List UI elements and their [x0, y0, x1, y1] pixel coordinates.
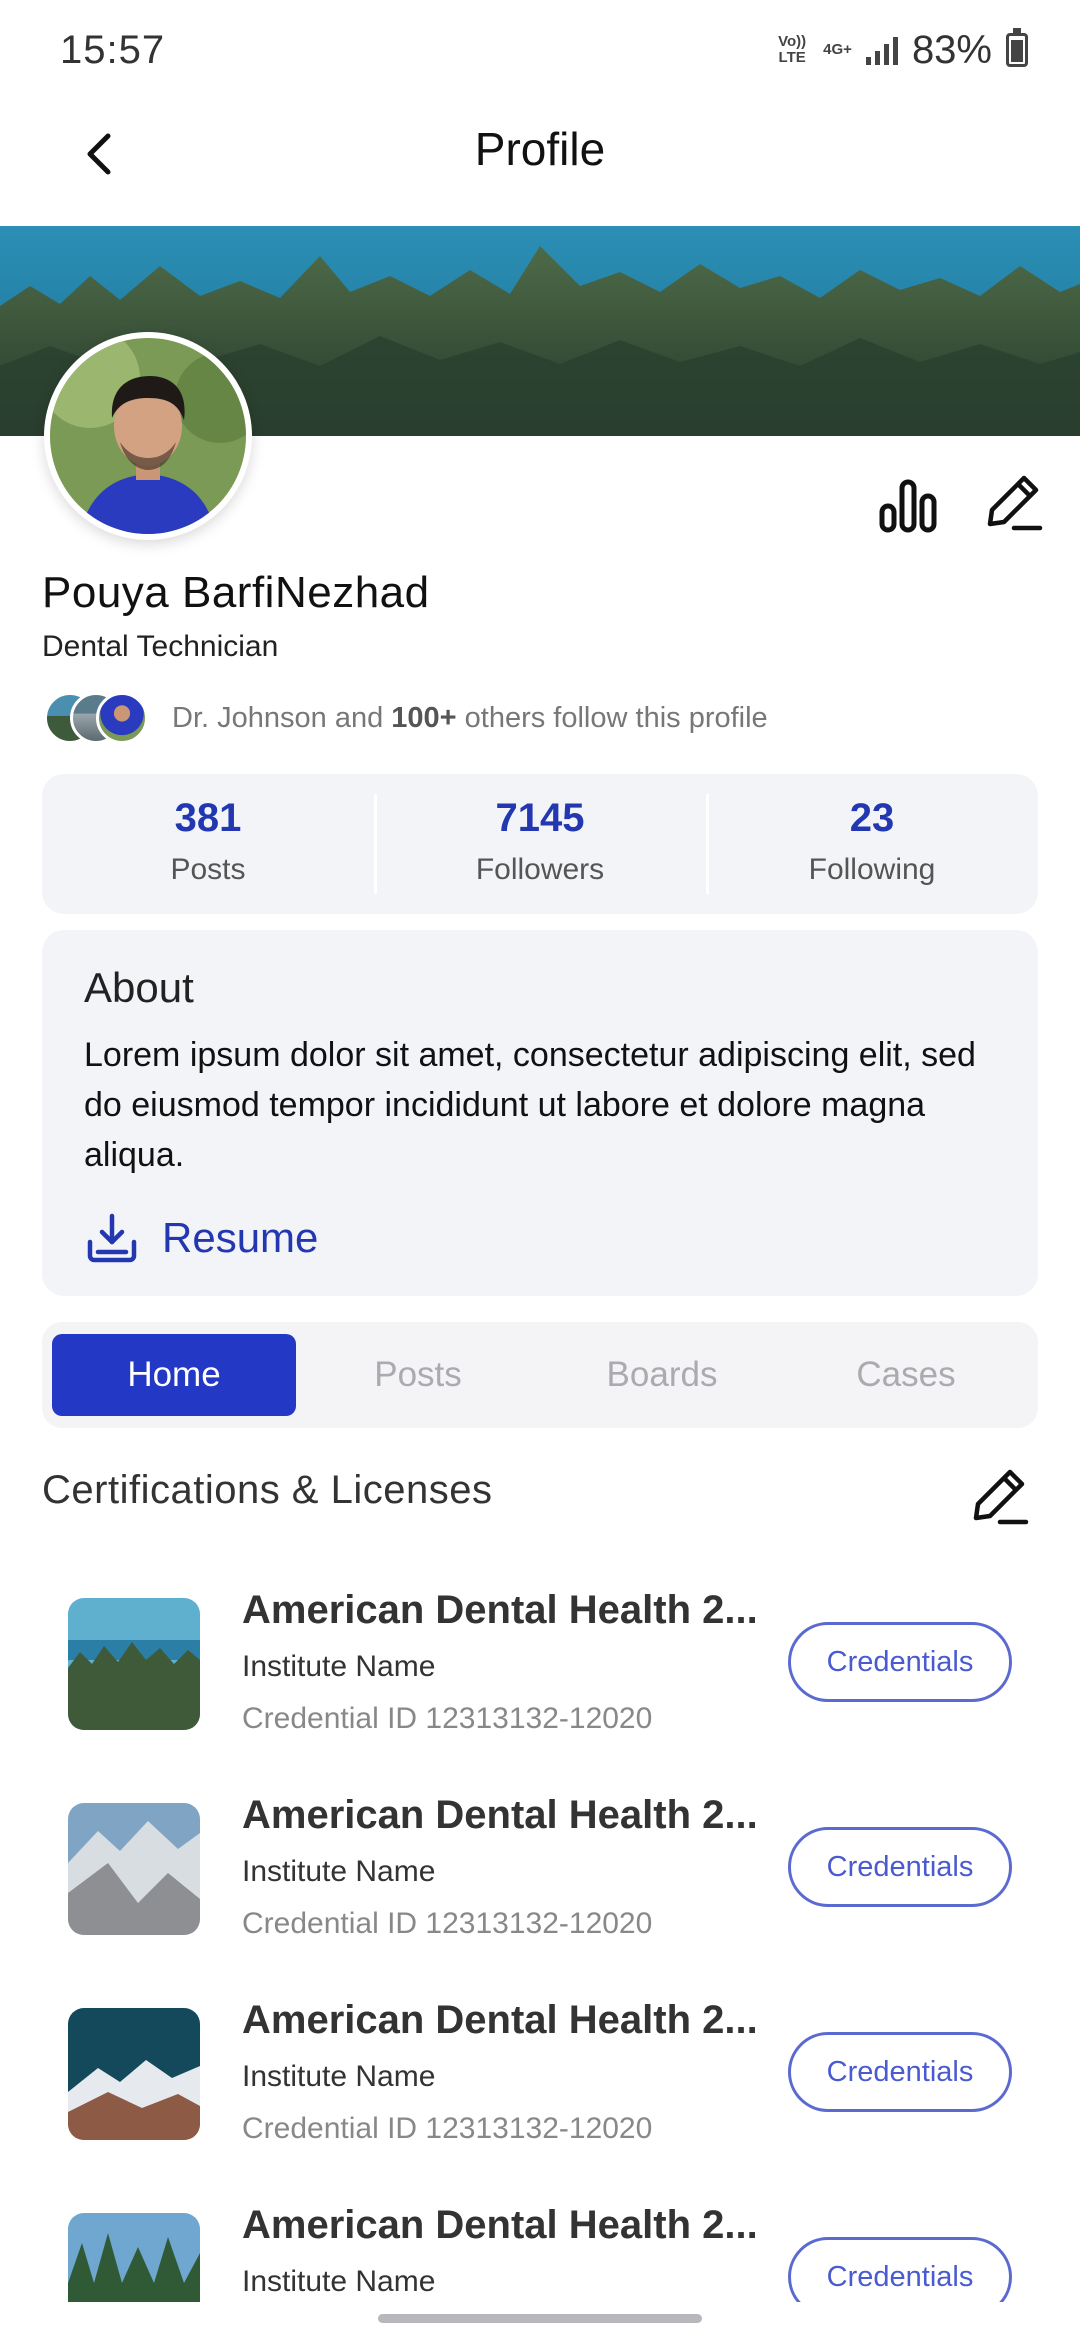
certification-credential-id: Credential ID 12313132-12020 [242, 1702, 653, 1735]
certification-name: American Dental Health 2... [242, 1998, 758, 2042]
resume-label: Resume [162, 1214, 319, 1261]
profile-name: Pouya BarfiNezhad [42, 568, 430, 617]
stat-label: Followers [475, 853, 605, 886]
certification-thumbnail [68, 2008, 200, 2140]
status-indicators: Vo)) LTE 4G+ 83% [775, 28, 1028, 73]
tab-posts[interactable]: Posts [296, 1334, 540, 1416]
tab-home[interactable]: Home [52, 1334, 296, 1416]
followed-by-row[interactable]: Dr. Johnson and 100+ others follow this … [44, 690, 768, 746]
follower-avatars [44, 690, 152, 746]
network-type-icon: 4G+ [823, 41, 852, 58]
edit-certifications-pencil-icon[interactable] [966, 1464, 1030, 1528]
profile-role: Dental Technician [42, 630, 279, 663]
certification-institute: Institute Name [242, 1855, 436, 1888]
follower-avatar [96, 692, 148, 744]
credentials-button[interactable]: Credentials [788, 1827, 1012, 1907]
download-icon [87, 1213, 137, 1263]
volte-icon: Vo)) LTE [778, 33, 807, 66]
stat-label: Following [808, 853, 936, 886]
status-bar: 15:57 Vo)) LTE 4G+ 83% [0, 0, 1080, 100]
certification-item[interactable]: American Dental Health 2... Institute Na… [0, 1578, 1080, 1783]
about-text: Lorem ipsum dolor sit amet, consectetur … [84, 1036, 976, 1174]
certification-institute: Institute Name [242, 2060, 436, 2093]
certification-name: American Dental Health 2... [242, 2203, 758, 2247]
certification-name: American Dental Health 2... [242, 1588, 758, 1632]
stat-value: 381 [174, 796, 242, 840]
edit-profile-pencil-icon[interactable] [980, 470, 1044, 534]
status-time: 15:57 [60, 27, 166, 72]
stat-following[interactable]: 23 Following [706, 774, 1038, 914]
certification-thumbnail [68, 2213, 200, 2302]
stat-followers[interactable]: 7145 Followers [374, 774, 706, 914]
tab-cases[interactable]: Cases [784, 1334, 1028, 1416]
certification-item[interactable]: American Dental Health 2... Institute Na… [0, 1783, 1080, 1988]
avatar-photo [50, 338, 246, 534]
profile-stats: 381 Posts 7145 Followers 23 Following [42, 774, 1038, 914]
certification-item[interactable]: American Dental Health 2... Institute Na… [0, 1988, 1080, 2193]
home-indicator[interactable] [378, 2314, 702, 2323]
certification-item[interactable]: American Dental Health 2... Institute Na… [0, 2193, 1080, 2302]
profile-avatar[interactable] [44, 332, 252, 540]
followed-by-text: Dr. Johnson and 100+ others follow this … [172, 701, 768, 734]
tab-boards[interactable]: Boards [540, 1334, 784, 1416]
credentials-button[interactable]: Credentials [788, 2237, 1012, 2302]
about-title: About [84, 964, 194, 1011]
stat-label: Posts [170, 853, 246, 886]
battery-icon [1006, 28, 1028, 67]
stat-value: 7145 [495, 796, 585, 840]
page-title: Profile [474, 123, 606, 175]
certification-thumbnail [68, 1803, 200, 1935]
app-header: Profile [0, 100, 1080, 226]
certification-thumbnail [68, 1598, 200, 1730]
stat-value: 23 [849, 796, 895, 840]
certification-credential-id: Credential ID 12313132-12020 [242, 1907, 653, 1940]
profile-tabs: Home Posts Boards Cases [42, 1322, 1038, 1428]
signal-icon [865, 35, 898, 65]
stats-chart-icon[interactable] [876, 470, 940, 534]
certification-institute: Institute Name [242, 1650, 436, 1683]
certification-name: American Dental Health 2... [242, 1793, 758, 1837]
certifications-list[interactable]: American Dental Health 2... Institute Na… [0, 1578, 1080, 2302]
stat-posts[interactable]: 381 Posts [42, 774, 374, 914]
credentials-button[interactable]: Credentials [788, 2032, 1012, 2112]
certification-credential-id: Credential ID 12313132-12020 [242, 2112, 653, 2145]
certifications-title: Certifications & Licenses [42, 1468, 493, 1512]
certification-institute: Institute Name [242, 2265, 436, 2298]
credentials-button[interactable]: Credentials [788, 1622, 1012, 1702]
about-card: About Lorem ipsum dolor sit amet, consec… [42, 930, 1038, 1296]
resume-download-button[interactable]: Resume [84, 1210, 996, 1266]
battery-percentage: 83% [911, 27, 992, 72]
